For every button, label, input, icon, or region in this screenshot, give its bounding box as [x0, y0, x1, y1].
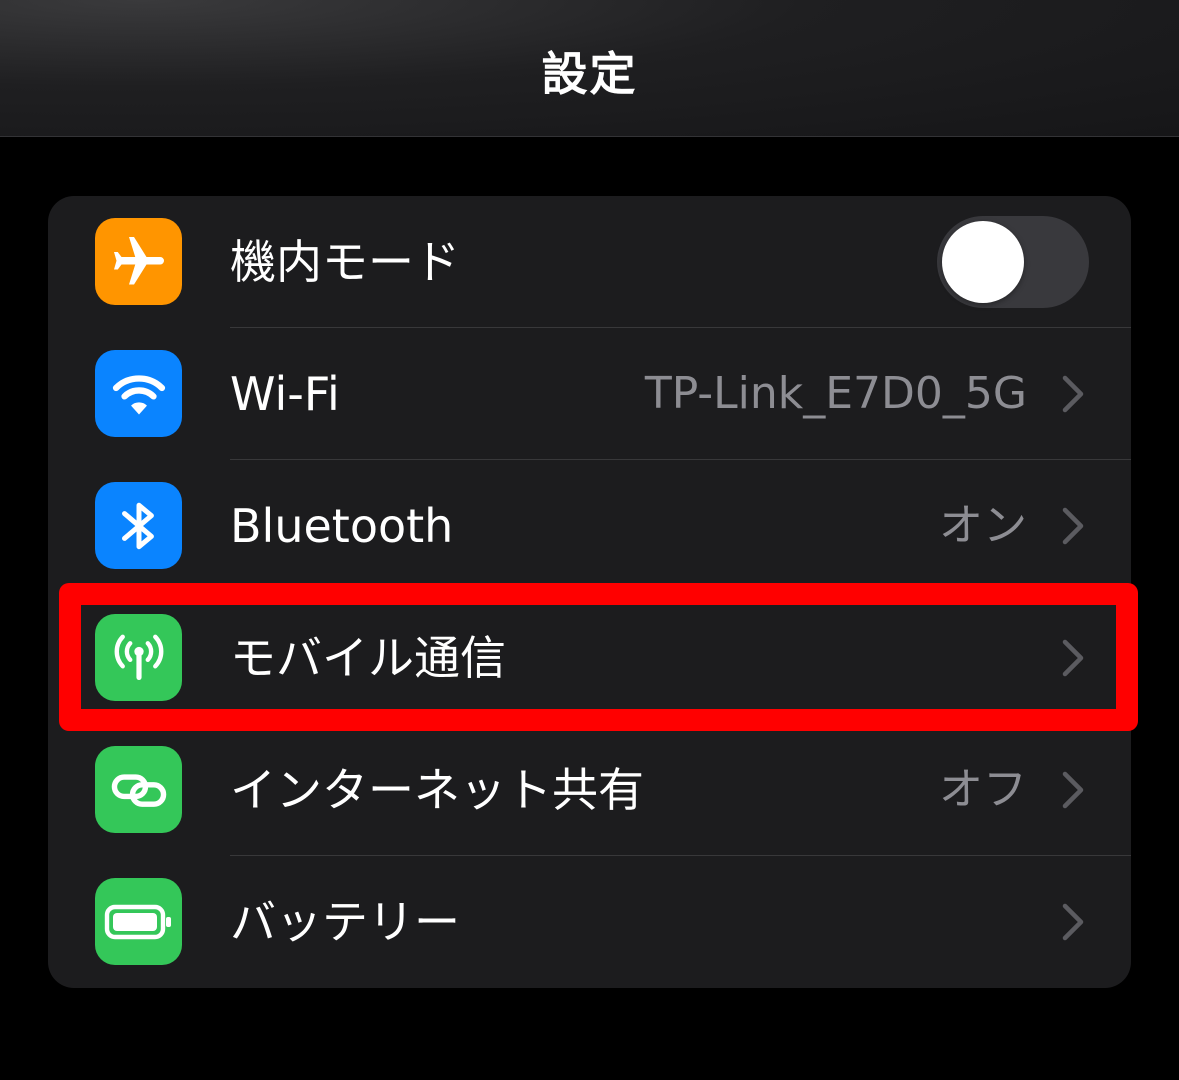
chevron-right-icon [1062, 375, 1084, 413]
mobile-data-label: モバイル通信 [230, 631, 506, 685]
navigation-bar: 設定 [0, 0, 1179, 137]
link-icon [95, 746, 182, 833]
battery-row[interactable]: バッテリー [48, 856, 1131, 988]
personal-hotspot-label: インターネット共有 [230, 763, 644, 817]
bluetooth-row[interactable]: Bluetooth オン [48, 460, 1131, 592]
airplane-icon [95, 218, 182, 305]
settings-group: 機内モード Wi-Fi TP-Link_E7D0_5G Bluetooth オン… [48, 196, 1131, 988]
page-title: 設定 [541, 47, 638, 101]
wifi-row[interactable]: Wi-Fi TP-Link_E7D0_5G [48, 328, 1131, 460]
airplane-mode-toggle[interactable] [937, 216, 1089, 308]
airplane-mode-row: 機内モード [48, 196, 1131, 328]
chevron-right-icon [1062, 507, 1084, 545]
battery-icon [95, 878, 182, 965]
wifi-network-name: TP-Link_E7D0_5G [644, 368, 1027, 419]
chevron-right-icon [1062, 903, 1084, 941]
battery-label: バッテリー [230, 895, 460, 949]
mobile-data-row[interactable]: モバイル通信 [48, 592, 1131, 724]
antenna-icon [95, 614, 182, 701]
personal-hotspot-row[interactable]: インターネット共有 オフ [48, 724, 1131, 856]
chevron-right-icon [1062, 639, 1084, 677]
chevron-right-icon [1062, 771, 1084, 809]
airplane-mode-label: 機内モード [230, 235, 460, 289]
toggle-knob [942, 221, 1024, 303]
personal-hotspot-status: オフ [939, 764, 1027, 815]
wifi-label: Wi-Fi [230, 367, 340, 421]
bluetooth-status: オン [939, 500, 1027, 551]
wifi-icon [95, 350, 182, 437]
bluetooth-label: Bluetooth [230, 499, 454, 553]
bluetooth-icon [95, 482, 182, 569]
